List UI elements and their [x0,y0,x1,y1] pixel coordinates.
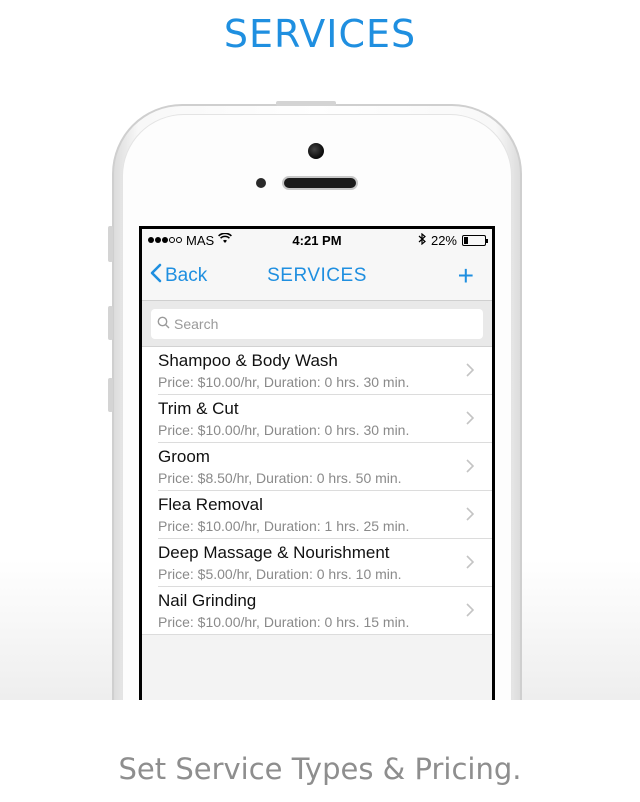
tagline: Set Service Types & Pricing. [118,752,522,786]
chevron-right-icon [466,457,475,478]
volume-down-button [108,378,113,412]
service-detail: Price: $8.50/hr, Duration: 0 hrs. 50 min… [158,470,402,486]
add-service-button[interactable]: + [457,259,474,291]
search-input[interactable] [174,316,454,332]
front-camera [308,143,324,159]
service-row[interactable]: Groom Price: $8.50/hr, Duration: 0 hrs. 5… [142,443,492,491]
battery-level [464,236,469,244]
earpiece-speaker [282,176,358,190]
services-list: Shampoo & Body Wash Price: $10.00/hr, Dur… [142,347,492,635]
service-row[interactable]: Trim & Cut Price: $10.00/hr, Duration: 0 … [142,395,492,443]
service-name: Nail Grinding [158,591,257,610]
app-screen: MAS 4:21 PM 22% Back SERVICES + Search S… [142,229,492,700]
search-bar [142,301,492,347]
service-name: Deep Massage & Nourishment [158,543,390,562]
proximity-sensor [256,178,266,188]
mute-switch [108,226,113,262]
page-title: SERVICES [223,12,417,56]
back-button-label: Back [165,264,208,286]
service-detail: Price: $10.00/hr, Duration: 0 hrs. 15 mi… [158,614,410,630]
chevron-left-icon [150,263,162,289]
chevron-right-icon [466,409,475,430]
service-row[interactable]: Deep Massage & Nourishment Price: $5.00/h… [142,539,492,587]
service-row[interactable]: Shampoo & Body Wash Price: $10.00/hr, Dur… [142,347,492,395]
chevron-right-icon [466,361,475,382]
service-name: Trim & Cut [158,399,239,418]
service-detail: Price: $10.00/hr, Duration: 0 hrs. 30 mi… [158,374,410,390]
service-row[interactable]: Flea Removal Price: $10.00/hr, Duration: … [142,491,492,539]
status-time: 4:21 PM [292,232,342,248]
power-button [276,101,336,106]
plus-icon: + [457,259,474,291]
service-detail: Price: $10.00/hr, Duration: 1 hrs. 25 mi… [158,518,410,534]
navigation-bar: Back SERVICES + [142,251,492,301]
service-name: Groom [158,447,210,466]
service-row[interactable]: Nail Grinding Price: $10.00/hr, Duration:… [142,587,492,635]
back-button[interactable]: Back [150,263,207,289]
volume-up-button [108,306,113,340]
battery-icon [462,234,488,246]
phone-screen: MAS 4:21 PM 22% Back SERVICES + Search S… [139,226,495,700]
service-detail: Price: $10.00/hr, Duration: 0 hrs. 30 mi… [158,422,410,438]
search-box[interactable] [151,309,483,339]
service-name: Shampoo & Body Wash [158,351,338,370]
list-empty-area [142,635,492,700]
chevron-right-icon [466,553,475,574]
service-name: Flea Removal [158,495,263,514]
search-icon [157,316,170,332]
chevron-right-icon [466,505,475,526]
status-bar: MAS 4:21 PM 22% [142,229,492,251]
chevron-right-icon [466,601,475,622]
service-detail: Price: $5.00/hr, Duration: 0 hrs. 10 min… [158,566,402,582]
